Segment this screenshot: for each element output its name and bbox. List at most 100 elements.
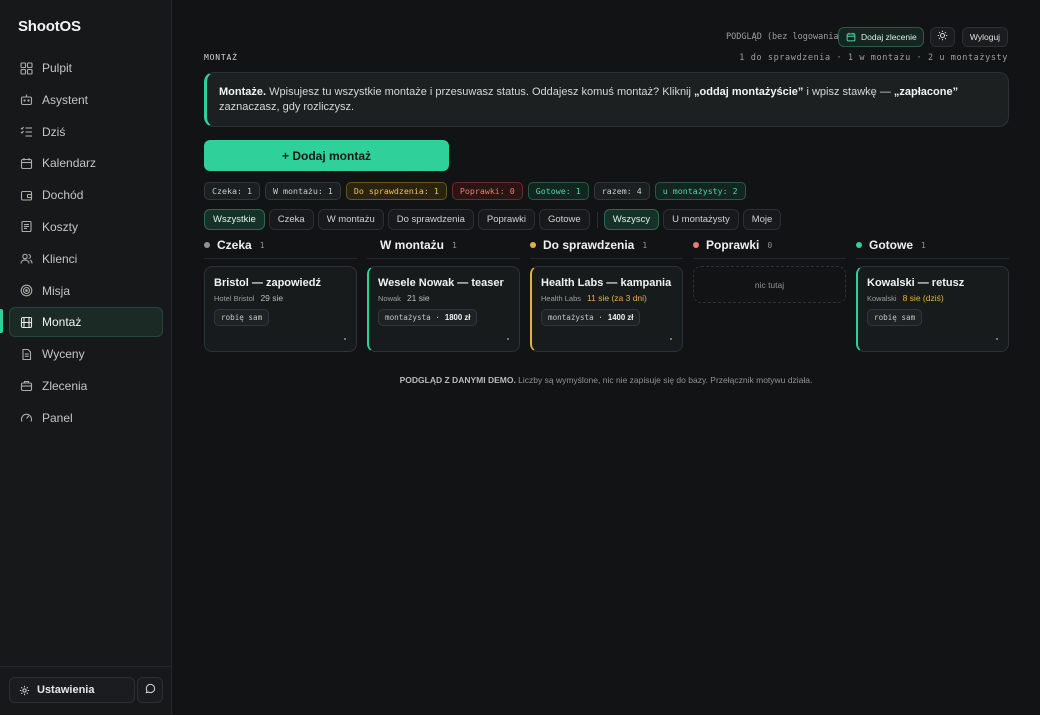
- sidebar-item-wyceny[interactable]: Wyceny: [9, 339, 163, 369]
- sidebar-divider: [0, 666, 172, 667]
- column-title: Do sprawdzenia: [543, 238, 635, 252]
- edit-card[interactable]: Wesele Nowak — teaser Nowak 21 sie monta…: [367, 266, 520, 352]
- chat-button[interactable]: [137, 677, 163, 703]
- card-assignee-tag[interactable]: montażysta · 1800 zł: [378, 309, 478, 326]
- card-assignee-tag[interactable]: robię sam: [214, 309, 270, 326]
- chat-bubble-icon: [145, 683, 156, 697]
- sidebar-item-label: Montaż: [42, 315, 82, 330]
- column-title: Czeka: [217, 238, 252, 252]
- filter-owner-mine[interactable]: Moje: [742, 209, 782, 230]
- column-divider: [204, 258, 357, 259]
- stat-chip-in-edit: W montażu: 1: [264, 182, 341, 200]
- card-date: 11 sie (za 3 dni): [587, 293, 647, 303]
- column-header-done: Gotowe 1: [856, 238, 926, 252]
- info-text: zaznaczasz, gdy rozliczysz.: [219, 101, 355, 113]
- filter-owner-all[interactable]: Wszyscy: [603, 209, 660, 230]
- document-icon: [19, 347, 33, 361]
- card-assignee-tag[interactable]: robię sam: [867, 309, 923, 326]
- sidebar-item-misja[interactable]: Misja: [9, 276, 163, 306]
- film-icon: [19, 315, 33, 329]
- filter-owner-editor[interactable]: U montażysty: [663, 209, 739, 230]
- card-assignee-tag[interactable]: montażysta · 1400 zł: [541, 309, 641, 326]
- status-summary: 1 do sprawdzenia · 1 w montażu · 2 u mon…: [739, 53, 1008, 63]
- card-client: Nowak: [378, 293, 401, 303]
- logout-button[interactable]: Wyloguj: [962, 27, 1008, 47]
- drag-handle-icon[interactable]: [507, 338, 509, 340]
- sidebar-item-kalendarz[interactable]: Kalendarz: [9, 148, 163, 178]
- sidebar-item-montaz[interactable]: Montaż: [9, 307, 163, 338]
- filter-status-done[interactable]: Gotowe: [538, 209, 590, 230]
- theme-toggle-button[interactable]: [930, 27, 955, 47]
- sidebar-item-koszty[interactable]: Koszty: [9, 212, 163, 242]
- info-callout: Montaże. Wpisujesz tu wszystkie montaże …: [204, 72, 1009, 127]
- card-rate: 1800 zł: [444, 313, 471, 322]
- stat-chip-total: razem: 4: [593, 182, 650, 200]
- column-title: Poprawki: [706, 238, 760, 252]
- card-date: 29 sie: [260, 293, 284, 303]
- sidebar-item-dochod[interactable]: Dochód: [9, 180, 163, 210]
- column-divider: [856, 258, 1009, 259]
- empty-column-placeholder: nic tutaj: [693, 266, 846, 303]
- card-client: Hotel Bristol: [214, 293, 255, 303]
- status-dot: [204, 242, 210, 248]
- target-icon: [19, 284, 33, 298]
- sidebar-item-asystent[interactable]: Asystent: [9, 85, 163, 115]
- filter-status-fixes[interactable]: Poprawki: [477, 209, 535, 230]
- stat-chip-with-editor: u montażysty: 2: [654, 182, 746, 200]
- sidebar-item-panel[interactable]: Panel: [9, 403, 163, 433]
- column-header-in-edit: W montażu 1: [380, 238, 457, 252]
- stat-chips: Czeka: 1 W montażu: 1 Do sprawdzenia: 1 …: [204, 182, 746, 200]
- column-count: 1: [642, 240, 648, 250]
- sidebar-item-dzis[interactable]: Dziś: [9, 117, 163, 147]
- sidebar-item-label: Misja: [42, 283, 71, 298]
- column-count: 1: [921, 240, 926, 250]
- column-count: 0: [767, 240, 773, 250]
- active-nav-marker: [0, 309, 3, 333]
- settings-button[interactable]: Ustawienia: [9, 677, 135, 703]
- sidebar-item-label: Panel: [42, 410, 73, 425]
- gear-icon: [19, 685, 30, 696]
- wallet-icon: [19, 188, 33, 202]
- column-header-review: Do sprawdzenia 1: [530, 238, 647, 252]
- filter-status-waiting[interactable]: Czeka: [268, 209, 314, 230]
- drag-handle-icon[interactable]: [344, 338, 346, 340]
- info-title: Montaże.: [219, 86, 267, 98]
- edit-card[interactable]: Kowalski — retusz Kowalski 8 sie (dziś) …: [856, 266, 1009, 352]
- bot-icon: [19, 93, 33, 107]
- filter-status-all[interactable]: Wszystkie: [204, 209, 265, 230]
- stat-chip-fixes: Poprawki: 0: [451, 182, 523, 200]
- column-count: 1: [259, 240, 265, 250]
- column-count: 1: [452, 240, 457, 250]
- info-highlight: „oddaj montażyście”: [694, 86, 804, 98]
- demo-note-title: PODGLĄD Z DANYMI DEMO.: [399, 375, 516, 385]
- filter-status-review[interactable]: Do sprawdzenia: [387, 209, 474, 230]
- edit-card[interactable]: Bristol — zapowiedź Hotel Bristol 29 sie…: [204, 266, 357, 352]
- card-meta: Health Labs 11 sie (za 3 dni): [541, 293, 647, 303]
- column-divider: [367, 258, 520, 259]
- edit-card[interactable]: Health Labs — kampania Health Labs 11 si…: [530, 266, 683, 352]
- drag-handle-icon[interactable]: [996, 338, 998, 340]
- calendar-icon: [19, 156, 33, 170]
- drag-handle-icon[interactable]: [670, 338, 672, 340]
- sidebar-item-label: Kalendarz: [42, 156, 97, 171]
- sidebar: ShootOS Pulpit Asystent Dziś Kalendarz D…: [0, 0, 172, 715]
- sidebar-item-klienci[interactable]: Klienci: [9, 244, 163, 274]
- card-rate: 1400 zł: [607, 313, 634, 322]
- add-order-button[interactable]: Dodaj zlecenie: [838, 27, 924, 47]
- card-date: 21 sie: [406, 293, 430, 303]
- add-order-label: Dodaj zlecenie: [861, 32, 917, 42]
- column-divider: [530, 258, 683, 259]
- filter-status-in-edit[interactable]: W montażu: [317, 209, 384, 230]
- status-dot: [693, 242, 699, 248]
- stat-chip-review: Do sprawdzenia: 1: [345, 182, 447, 200]
- sidebar-item-label: Dochód: [42, 188, 84, 203]
- column-title: Gotowe: [869, 238, 913, 252]
- sidebar-item-pulpit[interactable]: Pulpit: [9, 53, 163, 83]
- info-text: i wpisz stawkę —: [803, 86, 894, 98]
- app-logo[interactable]: ShootOS: [18, 18, 81, 35]
- add-edit-button[interactable]: + Dodaj montaż: [204, 140, 449, 171]
- filter-divider: [596, 211, 598, 228]
- demo-footer-note: PODGLĄD Z DANYMI DEMO. Liczby są wymyślo…: [0, 375, 1040, 385]
- card-title: Health Labs — kampania: [541, 277, 672, 289]
- sidebar-item-label: Koszty: [42, 219, 79, 234]
